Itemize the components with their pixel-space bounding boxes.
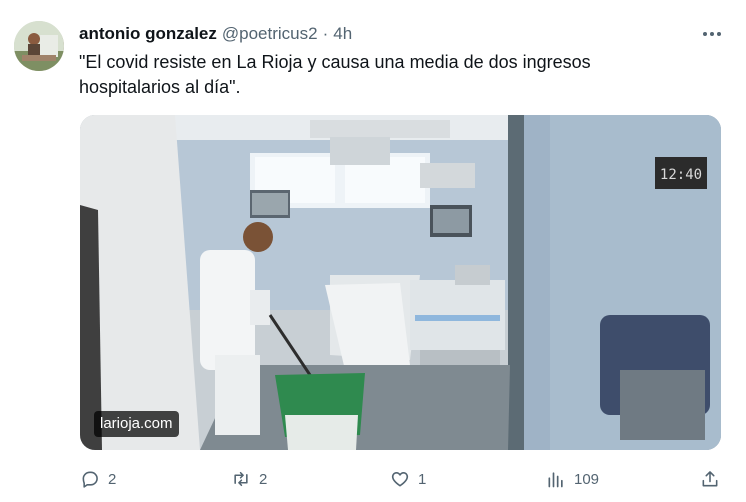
reply-bubble-icon	[82, 471, 98, 488]
like-count: 1	[418, 470, 427, 488]
retweet-button[interactable]: 2	[231, 467, 267, 491]
retweet-icon	[234, 471, 248, 487]
tweet-text: "El covid resiste en La Rioja y causa un…	[79, 52, 591, 97]
author-handle[interactable]: @poetricus2	[222, 24, 318, 44]
share-button[interactable]	[700, 467, 720, 491]
tweet-card[interactable]: antonio gonzalez @poetricus2 · 4h "El co…	[0, 0, 746, 502]
reply-count: 2	[108, 470, 117, 488]
more-dots-icon[interactable]	[700, 24, 724, 44]
share-upload-icon	[702, 471, 718, 487]
tweet-header: antonio gonzalez @poetricus2 · 4h	[79, 23, 686, 45]
tweet-time[interactable]: 4h	[333, 24, 352, 44]
reply-button[interactable]: 2	[80, 467, 116, 491]
wall-clock-display: 12:40	[660, 167, 702, 183]
tweet-actions-bar: 2 2 1 109	[80, 467, 722, 491]
separator-dot: ·	[322, 24, 329, 43]
avatar[interactable]	[14, 21, 64, 71]
heart-icon	[391, 472, 409, 487]
tweet-media-photo[interactable]: 12:40 larioja.com	[80, 115, 721, 450]
media-source-badge: larioja.com	[94, 411, 179, 437]
like-button[interactable]: 1	[390, 467, 426, 491]
hospital-room-photo: 12:40	[80, 115, 721, 450]
author-name[interactable]: antonio gonzalez	[79, 24, 217, 44]
view-count: 109	[574, 470, 600, 488]
views-button[interactable]: 109	[546, 467, 599, 491]
avatar-image	[14, 21, 64, 71]
views-bar-chart-icon	[548, 472, 563, 488]
retweet-count: 2	[259, 470, 268, 488]
